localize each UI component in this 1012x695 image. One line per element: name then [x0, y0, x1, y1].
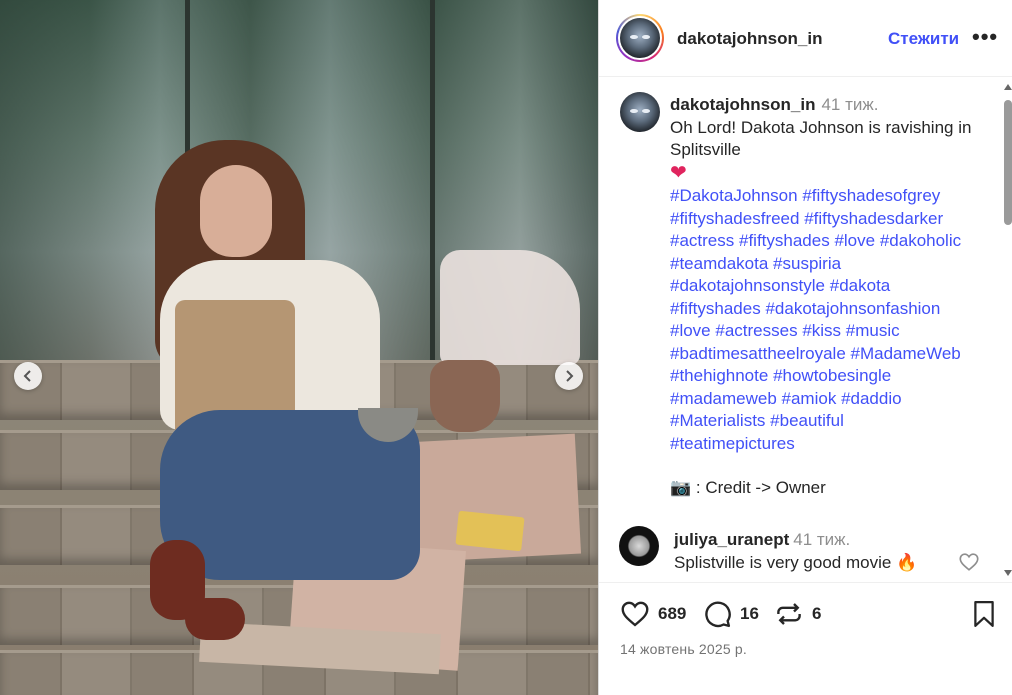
hashtag[interactable]: #actresses: [715, 321, 797, 340]
like-count[interactable]: 689: [658, 604, 686, 624]
comment-text: Splistville is very good movie 🔥: [674, 553, 918, 572]
hashtag[interactable]: #fiftyshadesofgrey: [802, 186, 940, 205]
hashtag[interactable]: #daddio: [841, 389, 902, 408]
hashtag[interactable]: #music: [846, 321, 900, 340]
caption-avatar[interactable]: [620, 92, 660, 132]
hashtag[interactable]: #teamdakota: [670, 254, 768, 273]
heart-icon: [621, 601, 649, 627]
hashtag[interactable]: #Materialists: [670, 411, 765, 430]
hashtag[interactable]: #dakota: [830, 276, 891, 295]
more-options-icon[interactable]: •••: [972, 26, 998, 48]
hashtag[interactable]: #howtobesingle: [773, 366, 891, 385]
hashtag[interactable]: #fiftyshadesfreed: [670, 209, 799, 228]
hashtag[interactable]: #love: [670, 321, 711, 340]
credit-line: 📷 : Credit -> Owner: [670, 478, 826, 497]
comment-button[interactable]: 16: [702, 599, 759, 629]
hashtag[interactable]: #fiftyshades: [739, 231, 830, 250]
scrollbar-thumb[interactable]: [1004, 100, 1012, 225]
post-actions-bar: 689 16 6 14 жовтень 2025 р.: [599, 582, 1012, 695]
hashtag[interactable]: #fiftyshades: [670, 299, 761, 318]
save-button[interactable]: [971, 600, 997, 633]
hashtag[interactable]: #amiok: [782, 389, 837, 408]
chevron-left-icon: [23, 370, 31, 382]
scrollbar[interactable]: [1002, 80, 1012, 580]
next-image-button[interactable]: [555, 362, 583, 390]
scroll-up-arrow-icon[interactable]: [1004, 84, 1012, 90]
window-frame: [430, 0, 435, 360]
post-sidebar: dakotajohnson_in Стежити ••• dakotajohns…: [598, 0, 1012, 695]
hashtag[interactable]: #madameweb: [670, 389, 777, 408]
hashtag[interactable]: #thehighnote: [670, 366, 768, 385]
bookmark-icon: [974, 601, 994, 627]
post-header: dakotajohnson_in Стежити •••: [599, 0, 1012, 77]
header-username[interactable]: dakotajohnson_in: [677, 29, 822, 49]
comment-like-heart-icon[interactable]: [958, 551, 980, 573]
comment-time[interactable]: 41 тиж.: [793, 530, 850, 549]
profile-avatar-ring[interactable]: [616, 14, 664, 62]
comment-item: juliya_uranept 41 тиж. Splistville is ver…: [599, 524, 1012, 582]
caption-text: Oh Lord! Dakota Johnson is ravishing in …: [670, 117, 972, 160]
person-face: [200, 165, 272, 257]
clay-pot: [430, 360, 500, 432]
hashtag[interactable]: #suspiria: [773, 254, 841, 273]
caption-username[interactable]: dakotajohnson_in: [670, 95, 815, 114]
repost-count[interactable]: 6: [812, 604, 821, 624]
cloth-bag: [440, 250, 580, 365]
caption-time[interactable]: 41 тиж.: [821, 95, 878, 114]
follow-button[interactable]: Стежити: [888, 29, 959, 49]
comment-count[interactable]: 16: [740, 604, 759, 624]
hashtag[interactable]: #beautiful: [770, 411, 844, 430]
post-photo[interactable]: [0, 0, 598, 695]
hashtag-list: #DakotaJohnson #fiftyshadesofgrey #fifty…: [670, 185, 1000, 455]
heart-emoji: ❤: [670, 161, 687, 184]
hashtag[interactable]: #dakoholic: [880, 231, 961, 250]
hashtag[interactable]: #DakotaJohnson: [670, 186, 798, 205]
person-shoe: [185, 598, 245, 640]
avatar: [620, 18, 660, 58]
hashtag[interactable]: #fiftyshadesdarker: [804, 209, 943, 228]
commenter-avatar[interactable]: [619, 526, 659, 566]
hashtag[interactable]: #kiss: [802, 321, 841, 340]
comments-scroll-area[interactable]: dakotajohnson_in 41 тиж. Oh Lord! Dakota …: [599, 78, 1012, 582]
repost-icon: [777, 603, 801, 625]
previous-image-button[interactable]: [14, 362, 42, 390]
comment-bubble-icon: [705, 601, 731, 628]
chevron-right-icon: [566, 370, 574, 382]
hashtag[interactable]: #MadameWeb: [851, 344, 961, 363]
hashtag[interactable]: #dakotajohnsonfashion: [765, 299, 940, 318]
sponge: [455, 510, 525, 552]
post-date[interactable]: 14 жовтень 2025 р.: [620, 641, 747, 657]
hashtag[interactable]: #badtimesattheelroyale: [670, 344, 846, 363]
hashtag[interactable]: #actress: [670, 231, 734, 250]
post-caption: dakotajohnson_in 41 тиж. Oh Lord! Dakota …: [670, 94, 1000, 500]
like-button[interactable]: 689: [620, 599, 686, 629]
scroll-down-arrow-icon[interactable]: [1004, 570, 1012, 576]
hashtag[interactable]: #teatimepictures: [670, 434, 795, 453]
hashtag[interactable]: #love: [834, 231, 875, 250]
repost-button[interactable]: 6: [774, 599, 821, 629]
commenter-username[interactable]: juliya_uranept: [674, 530, 789, 549]
hashtag[interactable]: #dakotajohnsonstyle: [670, 276, 825, 295]
